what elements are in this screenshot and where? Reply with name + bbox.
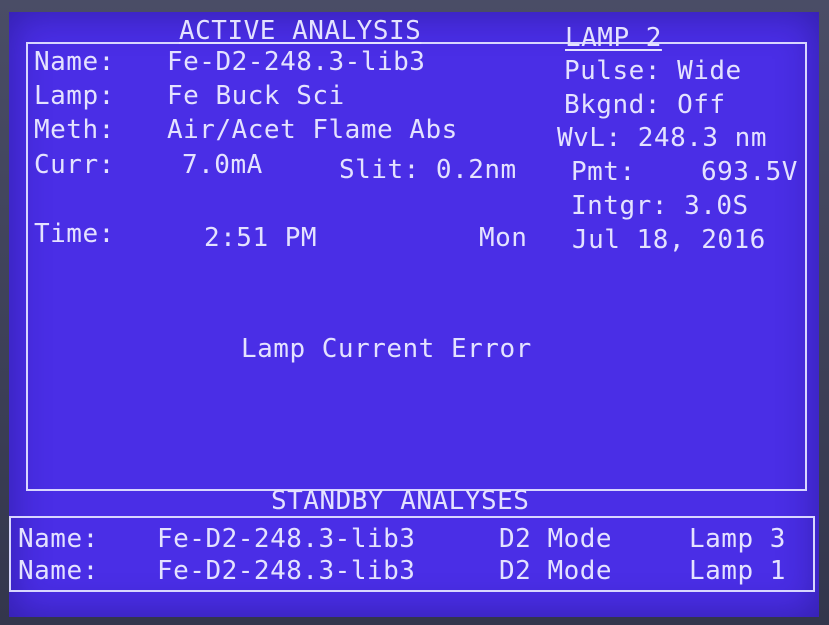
active-analysis-heading: ACTIVE ANALYSIS (179, 16, 422, 46)
standby-row-1-label: Name: (18, 524, 99, 554)
pulse-value: Pulse: Wide (564, 56, 742, 86)
slit-value: Slit: 0.2nm (339, 155, 517, 185)
lamp-heading: LAMP 2 (565, 23, 662, 53)
standby-row-2-name: Fe-D2-248.3-lib3 (157, 556, 416, 586)
date-value: Jul 18, 2016 (572, 225, 766, 255)
curr-value: 7.0mA (182, 150, 263, 180)
meth-label: Meth: (34, 115, 115, 145)
name-label: Name: (34, 47, 115, 77)
bkgnd-value: Bkgnd: Off (564, 90, 726, 120)
standby-row-2-label: Name: (18, 556, 99, 586)
standby-row-2-lamp: Lamp 1 (689, 556, 786, 586)
lamp-label: Lamp: (34, 81, 115, 111)
time-value: 2:51 PM (204, 223, 318, 253)
standby-row-1-name: Fe-D2-248.3-lib3 (157, 524, 416, 554)
standby-row-2-mode: D2 Mode (499, 556, 613, 586)
standby-row-1-lamp: Lamp 3 (689, 524, 786, 554)
time-label: Time: (34, 219, 115, 249)
lamp-value: Fe Buck Sci (167, 81, 345, 111)
day-value: Mon (479, 223, 528, 253)
lcd-screen: ACTIVE ANALYSIS LAMP 2 Name: Fe-D2-248.3… (9, 12, 819, 617)
wavelength-value: WvL: 248.3 nm (557, 123, 767, 153)
meth-value: Air/Acet Flame Abs (167, 115, 458, 145)
active-name-value: Fe-D2-248.3-lib3 (167, 47, 426, 77)
pmt-value: 693.5V (701, 157, 798, 187)
intgr-value: Intgr: 3.0S (571, 191, 749, 221)
curr-label: Curr: (34, 150, 115, 180)
standby-analyses-heading: STANDBY ANALYSES (271, 486, 530, 516)
standby-row-1-mode: D2 Mode (499, 524, 613, 554)
pmt-label: Pmt: (571, 157, 636, 187)
error-message: Lamp Current Error (241, 334, 532, 364)
